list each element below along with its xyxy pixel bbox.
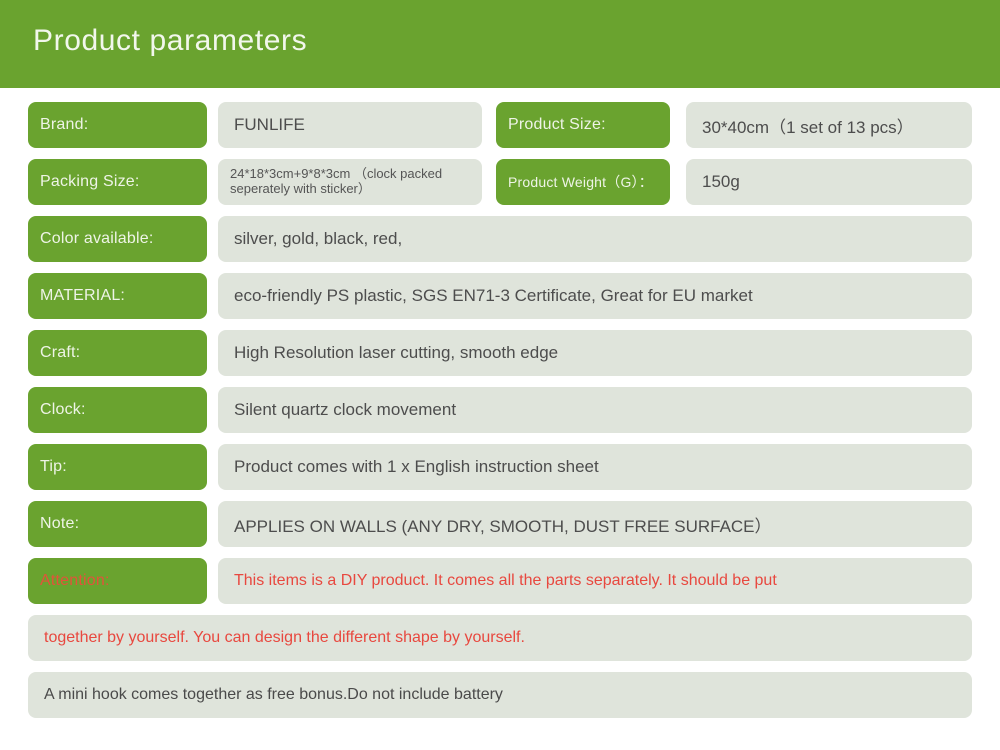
label-color-available: Color available: xyxy=(28,216,207,262)
table-row: together by yourself. You can design the… xyxy=(0,615,1000,661)
value-product-weight: 150g xyxy=(686,159,972,205)
table-row: Tip: Product comes with 1 x English inst… xyxy=(0,444,1000,490)
label-attention: Attention: xyxy=(28,558,207,604)
table-row: Note: APPLIES ON WALLS (ANY DRY, SMOOTH,… xyxy=(0,501,1000,547)
value-product-size: 30*40cm（1 set of 13 pcs） xyxy=(686,102,972,148)
table-row: Packing Size: 24*18*3cm+9*8*3cm （clock p… xyxy=(0,159,1000,205)
table-row: Color available: silver, gold, black, re… xyxy=(0,216,1000,262)
value-attention: This items is a DIY product. It comes al… xyxy=(218,558,972,604)
table-row: Clock: Silent quartz clock movement xyxy=(0,387,1000,433)
label-product-weight: Product Weight（G）： xyxy=(496,159,670,205)
value-clock: Silent quartz clock movement xyxy=(218,387,972,433)
header-banner: Product parameters xyxy=(0,0,1000,88)
label-craft: Craft: xyxy=(28,330,207,376)
table-row: Attention: This items is a DIY product. … xyxy=(0,558,1000,604)
label-brand: Brand: xyxy=(28,102,207,148)
label-clock: Clock: xyxy=(28,387,207,433)
table-row: Brand: FUNLIFE Product Size: 30*40cm（1 s… xyxy=(0,102,1000,148)
value-color-available: silver, gold, black, red, xyxy=(218,216,972,262)
parameters-table: Brand: FUNLIFE Product Size: 30*40cm（1 s… xyxy=(0,88,1000,750)
value-material: eco-friendly PS plastic, SGS EN71-3 Cert… xyxy=(218,273,972,319)
table-row: A mini hook comes together as free bonus… xyxy=(0,672,1000,718)
value-tip: Product comes with 1 x English instructi… xyxy=(218,444,972,490)
value-craft: High Resolution laser cutting, smooth ed… xyxy=(218,330,972,376)
table-row: MATERIAL: eco-friendly PS plastic, SGS E… xyxy=(0,273,1000,319)
value-attention-continued: together by yourself. You can design the… xyxy=(28,615,972,661)
value-note: APPLIES ON WALLS (ANY DRY, SMOOTH, DUST … xyxy=(218,501,972,547)
page-title: Product parameters xyxy=(33,24,308,57)
value-bonus-note: A mini hook comes together as free bonus… xyxy=(28,672,972,718)
table-row: Craft: High Resolution laser cutting, sm… xyxy=(0,330,1000,376)
product-parameters-page: Product parameters Brand: FUNLIFE Produc… xyxy=(0,0,1000,750)
label-note: Note: xyxy=(28,501,207,547)
label-material: MATERIAL: xyxy=(28,273,207,319)
value-brand: FUNLIFE xyxy=(218,102,482,148)
label-packing-size: Packing Size: xyxy=(28,159,207,205)
label-product-size: Product Size: xyxy=(496,102,670,148)
label-tip: Tip: xyxy=(28,444,207,490)
value-packing-size: 24*18*3cm+9*8*3cm （clock packed seperate… xyxy=(218,159,482,205)
